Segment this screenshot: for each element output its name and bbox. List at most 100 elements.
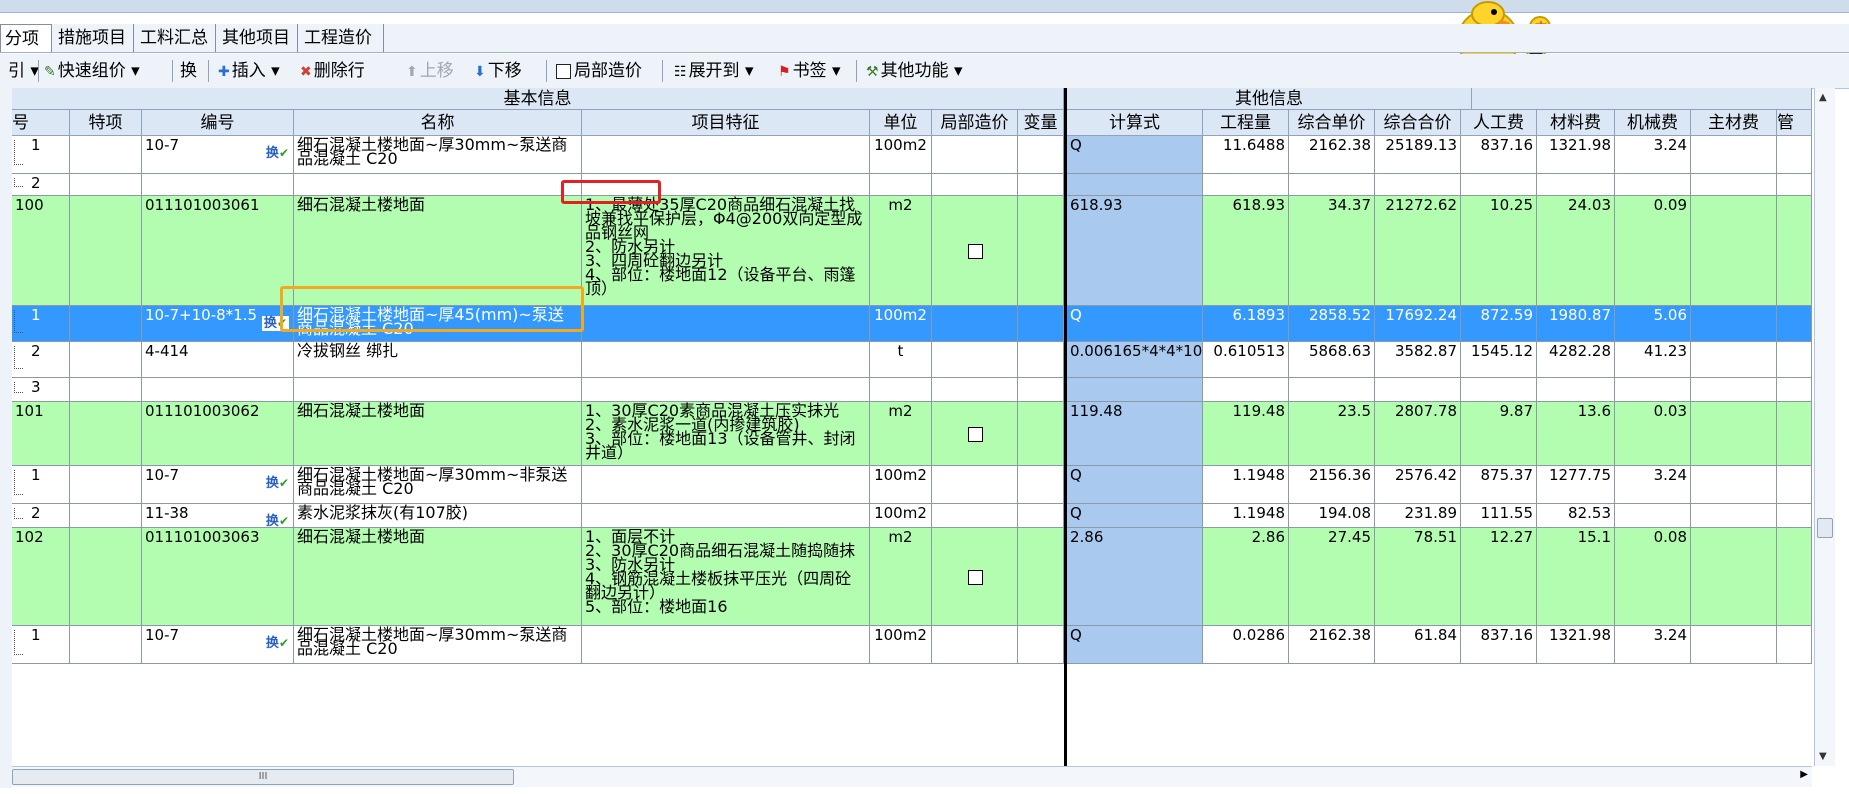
machine-cell[interactable]	[1615, 504, 1691, 528]
local-cost-cell[interactable]	[932, 196, 1018, 306]
code-cell[interactable]: 10-7 换✔	[142, 136, 294, 174]
machine-cell[interactable]: 0.08	[1615, 528, 1691, 626]
table-row[interactable]: 3	[12, 378, 1812, 402]
name-cell[interactable]: 素水泥浆抹灰(有107胶)	[294, 504, 582, 528]
management-cell[interactable]	[1777, 402, 1812, 466]
material-cell[interactable]: 1321.98	[1537, 626, 1615, 664]
unit-price-cell[interactable]: 5868.63	[1289, 342, 1375, 378]
variable-cell[interactable]	[1018, 196, 1064, 306]
feature-cell[interactable]	[582, 504, 870, 528]
total-price-cell[interactable]: 25189.13	[1375, 136, 1461, 174]
scroll-up-arrow-icon[interactable]: ▲	[1819, 92, 1827, 103]
total-price-cell[interactable]	[1375, 378, 1461, 402]
variable-cell[interactable]	[1018, 528, 1064, 626]
code-cell[interactable]	[142, 378, 294, 402]
special-cell[interactable]	[70, 378, 142, 402]
horizontal-scroll-thumb[interactable]: III	[12, 769, 514, 785]
quantity-cell[interactable]: 1.1948	[1203, 466, 1289, 504]
management-cell[interactable]	[1777, 174, 1812, 196]
unit-price-cell[interactable]: 2162.38	[1289, 626, 1375, 664]
swap-button[interactable]: 换	[180, 58, 197, 84]
bookmark-dropdown[interactable]: ⚑ 书签 ▾	[778, 58, 841, 84]
main-material-cell[interactable]	[1691, 136, 1777, 174]
col-header-unit[interactable]: 单位	[870, 110, 932, 136]
total-price-cell[interactable]: 17692.24	[1375, 306, 1461, 342]
machine-cell[interactable]: 5.06	[1615, 306, 1691, 342]
management-cell[interactable]	[1777, 196, 1812, 306]
unit-cell[interactable]	[870, 174, 932, 196]
quantity-cell[interactable]: 6.1893	[1203, 306, 1289, 342]
bill-grid[interactable]: 基本信息 其他信息 号 特项 编号 名称 项目特征 单位 局部造价 变量 计算式…	[12, 88, 1812, 766]
tab-items[interactable]: 分项	[0, 24, 52, 52]
swap-icon[interactable]: 换✔	[266, 146, 289, 161]
unit-price-cell[interactable]: 34.37	[1289, 196, 1375, 306]
variable-cell[interactable]	[1018, 504, 1064, 528]
feature-cell[interactable]: 1、30厚C20素商品混凝土压实抹光 2、素水泥浆一道(内掺建筑胶) 3、部位：…	[582, 402, 870, 466]
variable-cell[interactable]	[1018, 174, 1064, 196]
total-price-cell[interactable]: 21272.62	[1375, 196, 1461, 306]
labor-cell[interactable]: 837.16	[1461, 136, 1537, 174]
swap-icon[interactable]: 换✔	[266, 476, 289, 491]
col-header-local-cost[interactable]: 局部造价	[932, 110, 1018, 136]
quantity-cell[interactable]: 2.86	[1203, 528, 1289, 626]
local-cost-checkbox[interactable]	[556, 63, 571, 79]
move-up-button[interactable]: ⬆ 上移	[406, 58, 454, 84]
total-price-cell[interactable]: 78.51	[1375, 528, 1461, 626]
labor-cell[interactable]: 875.37	[1461, 466, 1537, 504]
col-header-labor[interactable]: 人工费	[1461, 110, 1537, 136]
management-cell[interactable]	[1777, 504, 1812, 528]
formula-cell[interactable]: Q	[1067, 136, 1203, 174]
unit-price-cell[interactable]: 2858.52	[1289, 306, 1375, 342]
variable-cell[interactable]	[1018, 378, 1064, 402]
col-header-quantity[interactable]: 工程量	[1203, 110, 1289, 136]
index-cell[interactable]: 101	[12, 402, 70, 466]
name-cell[interactable]	[294, 378, 582, 402]
local-cost-cell[interactable]	[932, 174, 1018, 196]
management-cell[interactable]	[1777, 342, 1812, 378]
code-cell[interactable]: 011101003062	[142, 402, 294, 466]
machine-cell[interactable]: 3.24	[1615, 136, 1691, 174]
quantity-cell[interactable]	[1203, 174, 1289, 196]
col-header-total-price[interactable]: 综合合价	[1375, 110, 1461, 136]
variable-cell[interactable]	[1018, 136, 1064, 174]
special-cell[interactable]	[70, 528, 142, 626]
code-cell[interactable]: 10-7+10-8*1.5 换✔	[142, 306, 294, 342]
col-header-special[interactable]: 特项	[70, 110, 142, 136]
formula-cell[interactable]	[1067, 378, 1203, 402]
formula-cell[interactable]: 119.48	[1067, 402, 1203, 466]
name-cell[interactable]: 细石混凝土楼地面~厚30mm~泵送商品混凝土 C20	[294, 626, 582, 664]
name-cell[interactable]: 细石混凝土楼地面	[294, 528, 582, 626]
col-header-code[interactable]: 编号	[142, 110, 294, 136]
expand-to-dropdown[interactable]: ☷ 展开到 ▾	[674, 58, 754, 84]
machine-cell[interactable]: 0.03	[1615, 402, 1691, 466]
formula-cell[interactable]: 0.006165*4*4*10*q/1000	[1067, 342, 1203, 378]
other-functions-dropdown[interactable]: ⚒ 其他功能 ▾	[866, 58, 963, 84]
local-cost-checkbox[interactable]	[968, 244, 983, 259]
material-cell[interactable]: 82.53	[1537, 504, 1615, 528]
material-cell[interactable]: 4282.28	[1537, 342, 1615, 378]
unit-price-cell[interactable]: 27.45	[1289, 528, 1375, 626]
material-cell[interactable]	[1537, 378, 1615, 402]
local-cost-cell[interactable]	[932, 466, 1018, 504]
local-cost-cell[interactable]	[932, 528, 1018, 626]
unit-price-cell[interactable]: 2162.38	[1289, 136, 1375, 174]
unit-cell[interactable]: m2	[870, 402, 932, 466]
labor-cell[interactable]: 111.55	[1461, 504, 1537, 528]
scroll-right-arrow-icon[interactable]: ▶	[1800, 769, 1808, 780]
total-price-cell[interactable]: 61.84	[1375, 626, 1461, 664]
feature-cell[interactable]: 1、面层不计 2、30厚C20商品细石混凝土随捣随抹 3、防水另计 4、钢筋混凝…	[582, 528, 870, 626]
special-cell[interactable]	[70, 504, 142, 528]
variable-cell[interactable]	[1018, 626, 1064, 664]
delete-row-button[interactable]: ✖ 删除行	[300, 58, 365, 84]
local-cost-checkbox[interactable]	[968, 570, 983, 585]
quantity-cell[interactable]: 0.610513	[1203, 342, 1289, 378]
swap-icon[interactable]: 换✔	[266, 514, 289, 527]
quantity-cell[interactable]: 618.93	[1203, 196, 1289, 306]
quantity-cell[interactable]: 119.48	[1203, 402, 1289, 466]
main-material-cell[interactable]	[1691, 342, 1777, 378]
management-cell[interactable]	[1777, 306, 1812, 342]
tab-other-items[interactable]: 其他项目	[218, 24, 298, 52]
feature-cell[interactable]	[582, 306, 870, 342]
material-cell[interactable]: 1277.75	[1537, 466, 1615, 504]
main-material-cell[interactable]	[1691, 504, 1777, 528]
